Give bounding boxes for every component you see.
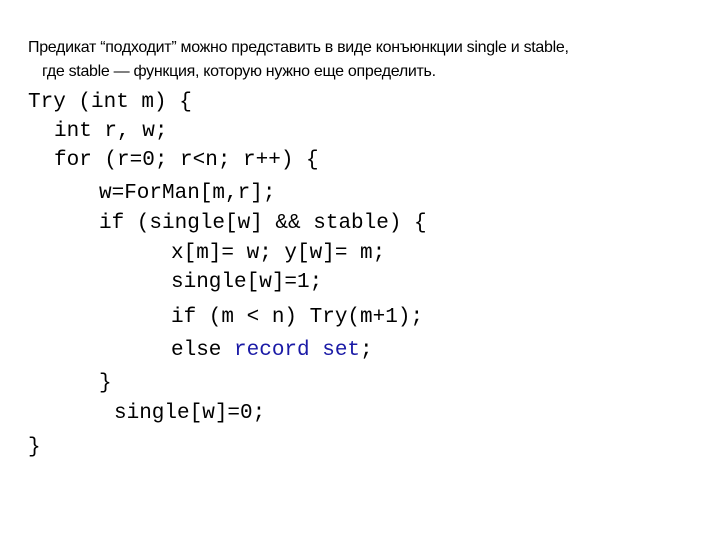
code-line: }: [28, 436, 41, 459]
code-line-else: else record set;: [171, 336, 373, 366]
code-block: Try (int m) { int r, w; for (r=0; r<n; r…: [28, 88, 427, 459]
record-set-highlight: record set: [234, 339, 361, 362]
code-line: if (m < n) Try(m+1);: [171, 306, 424, 329]
code-line: Try (int m) {: [28, 91, 192, 114]
code-line: int r, w;: [54, 120, 168, 143]
code-line: single[w]=0;: [114, 402, 266, 425]
intro-line-2: где stable — функция, которую нужно еще …: [42, 63, 436, 80]
code-line: single[w]=1;: [171, 271, 323, 294]
intro-line-1: Предикат “подходит” можно представить в …: [28, 39, 569, 56]
intro-text: Предикат “подходит” можно представить в …: [28, 36, 708, 84]
code-line: x[m]= w; y[w]= m;: [171, 242, 386, 265]
else-keyword: else: [171, 339, 235, 362]
semicolon: ;: [360, 339, 373, 362]
code-line: for (r=0; r<n; r++) {: [54, 149, 319, 172]
code-line: w=ForMan[m,r];: [99, 182, 276, 205]
code-line: }: [99, 372, 112, 395]
code-line: if (single[w] && stable) {: [99, 212, 427, 235]
